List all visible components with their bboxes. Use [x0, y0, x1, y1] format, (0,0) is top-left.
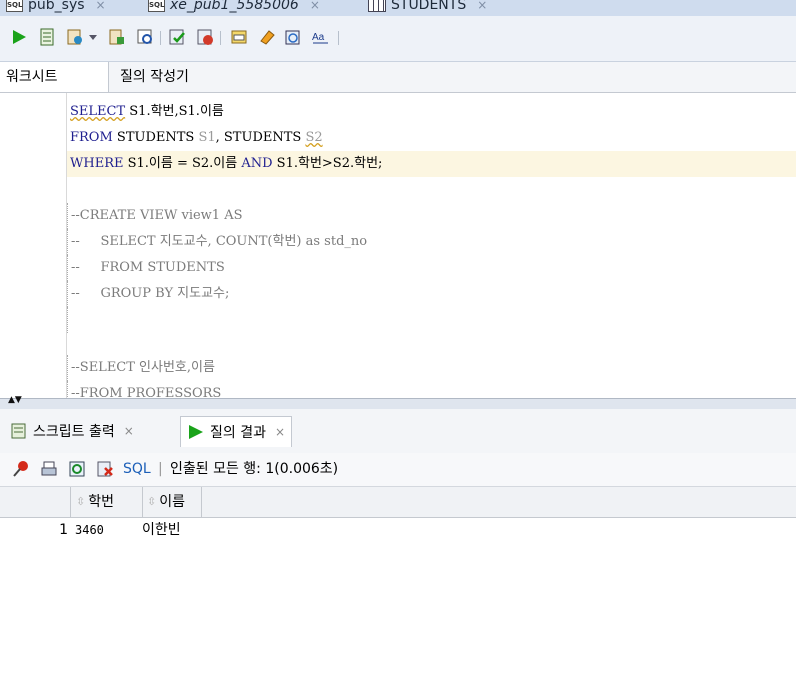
- pin-icon: [13, 461, 28, 477]
- close-icon[interactable]: ×: [96, 0, 106, 12]
- unshared-worksheet-button[interactable]: [228, 26, 250, 48]
- close-icon[interactable]: ×: [124, 424, 134, 438]
- row-number-header: [0, 487, 71, 517]
- cell-name[interactable]: 이한빈: [142, 519, 181, 541]
- tab-query-result[interactable]: 질의 결과 ×: [180, 416, 293, 447]
- autotrace-icon: [67, 29, 82, 45]
- sql-tuning-button[interactable]: [134, 26, 156, 48]
- pin-button[interactable]: [10, 458, 32, 480]
- script-icon: [40, 28, 54, 46]
- text-case-icon: Aa: [312, 32, 328, 44]
- tab-label: xe_pub1_5585006: [170, 0, 299, 13]
- commit-icon: [169, 29, 185, 45]
- tab-worksheet[interactable]: 워크시트: [0, 62, 109, 92]
- close-icon[interactable]: ×: [275, 425, 285, 439]
- history-icon: [285, 30, 300, 45]
- column-header-student-id[interactable]: ⇳ 학번: [71, 487, 143, 517]
- tuning-icon: [137, 29, 152, 44]
- table-icon: [368, 0, 386, 12]
- code-line: [67, 307, 796, 333]
- row-number: 1: [59, 522, 68, 538]
- sql-link[interactable]: SQL: [123, 453, 151, 486]
- script-output-icon: [11, 423, 26, 439]
- code-area[interactable]: SELECT S1.학번,S1.이름 FROM STUDENTS S1, STU…: [66, 93, 796, 398]
- tab-label: STUDENTS: [391, 0, 467, 13]
- worksheet-toolbar: Aa: [0, 16, 796, 62]
- cell-student-id[interactable]: 3460: [75, 519, 104, 541]
- cancel-query-button[interactable]: [94, 458, 116, 480]
- editor-subtab-bar: 워크시트 질의 작성기: [0, 62, 796, 93]
- tab-pub-sys[interactable]: SQL pub_sys ×: [6, 0, 106, 16]
- refresh-button[interactable]: [66, 458, 88, 480]
- tab-label: 스크립트 출력: [33, 424, 115, 440]
- print-icon: [41, 461, 57, 476]
- column-header-name[interactable]: ⇳ 이름: [142, 487, 202, 517]
- line-gutter: [0, 93, 66, 398]
- dropdown-button[interactable]: [86, 26, 100, 48]
- history-button[interactable]: [282, 26, 304, 48]
- run-statement-button[interactable]: [8, 26, 30, 48]
- svg-text:Aa: Aa: [312, 32, 325, 43]
- run-icon: [189, 425, 203, 439]
- to-upper-lower-button[interactable]: Aa: [310, 26, 332, 48]
- tab-students[interactable]: STUDENTS ×: [368, 0, 487, 16]
- code-line-comment: -- SELECT 지도교수, COUNT(학번) as std_no: [67, 229, 796, 255]
- explain-plan-icon: [109, 29, 124, 45]
- run-icon: [13, 30, 26, 44]
- clear-button[interactable]: [256, 26, 278, 48]
- result-grid[interactable]: ⇳ 학번 ⇳ 이름 1 3460 이한빈: [0, 487, 796, 676]
- code-line: SELECT S1.학번,S1.이름: [70, 104, 224, 119]
- chevron-down-icon: [89, 35, 97, 40]
- collapse-expand-icon[interactable]: ▲▼: [8, 396, 22, 405]
- sql-editor[interactable]: SELECT S1.학번,S1.이름 FROM STUDENTS S1, STU…: [0, 93, 796, 398]
- commit-button[interactable]: [166, 26, 188, 48]
- tab-label: 질의 결과: [210, 425, 266, 441]
- refresh-icon: [69, 461, 85, 477]
- tab-query-builder[interactable]: 질의 작성기: [114, 62, 195, 92]
- result-toolbar: SQL | 인출된 모든 행: 1(0.006초): [0, 453, 796, 487]
- close-icon[interactable]: ×: [310, 0, 320, 12]
- tab-label: pub_sys: [28, 0, 85, 13]
- code-line-comment: -- GROUP BY 지도교수;: [67, 281, 796, 307]
- cancel-icon: [97, 461, 113, 477]
- code-line-comment: --SELECT 인사번호,이름: [67, 355, 796, 381]
- tab-xe-pub1[interactable]: SQL xe_pub1_5585006 ×: [148, 0, 320, 16]
- fetch-status: 인출된 모든 행: 1(0.006초): [170, 461, 339, 477]
- code-line-comment: -- FROM STUDENTS: [67, 255, 796, 281]
- code-line: FROM STUDENTS S1, STUDENTS S2: [70, 130, 323, 145]
- sort-icon[interactable]: ⇳: [76, 487, 85, 517]
- print-button[interactable]: [38, 458, 60, 480]
- output-tab-bar: 스크립트 출력 × 질의 결과 ×: [0, 409, 796, 453]
- toolbar-separator: [220, 31, 221, 45]
- code-line-comment: --CREATE VIEW view1 AS: [67, 203, 796, 229]
- rollback-icon: [197, 29, 213, 45]
- rollback-button[interactable]: [194, 26, 216, 48]
- sql-worksheet-icon: SQL: [148, 0, 165, 12]
- grid-header: ⇳ 학번 ⇳ 이름: [0, 487, 796, 518]
- autotrace-button[interactable]: [64, 26, 86, 48]
- tab-script-output[interactable]: 스크립트 출력 ×: [4, 416, 140, 446]
- code-line-comment: --FROM PROFESSORS: [67, 381, 796, 398]
- toolbar-separator: [160, 31, 161, 45]
- toolbar-separator: [338, 31, 339, 45]
- document-tab-bar: SQL pub_sys × SQL xe_pub1_5585006 × STUD…: [0, 0, 796, 16]
- eraser-icon: [260, 30, 275, 45]
- sql-worksheet-icon: [231, 30, 247, 44]
- close-icon[interactable]: ×: [477, 0, 487, 12]
- run-script-button[interactable]: [36, 26, 58, 48]
- sort-icon[interactable]: ⇳: [147, 487, 156, 517]
- sql-worksheet-icon: SQL: [6, 0, 23, 12]
- separator: |: [158, 461, 163, 477]
- code-line-current: WHERE S1.이름 = S2.이름 AND S1.학번>S2.학번;: [67, 151, 796, 177]
- explain-plan-button[interactable]: [106, 26, 128, 48]
